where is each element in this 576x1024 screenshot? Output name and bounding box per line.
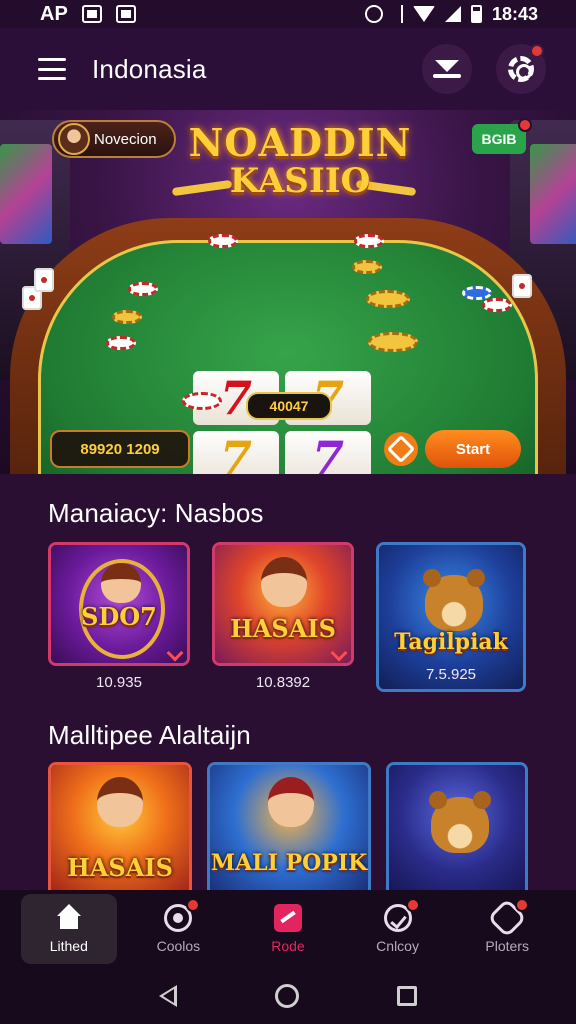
chip-icon — [128, 282, 158, 296]
nav-label: Coolos — [156, 938, 201, 954]
battery-icon — [470, 5, 482, 23]
chip-icon — [182, 392, 222, 410]
ticket-icon — [273, 904, 302, 932]
game-card[interactable]: MALI POPIK — [207, 762, 371, 890]
game-card[interactable]: HASAIS — [212, 542, 354, 666]
logo-line-1: NOADDIN — [188, 120, 412, 165]
game-card-title: HASAIS — [67, 853, 173, 882]
carrier-label: AP — [40, 2, 68, 25]
avatar — [58, 123, 90, 155]
nav-label: Cnlcoy — [376, 938, 419, 954]
game-card[interactable]: SDO7 — [48, 542, 190, 666]
recent-apps-icon[interactable] — [397, 986, 417, 1006]
nav-item-coins[interactable]: Coolos — [130, 894, 226, 964]
slot-reels: 7 7 7 7 7 — [193, 371, 371, 474]
hero-banner[interactable]: 7 7 7 7 7 NOADDIN KASIIO Novecion BGIB 4… — [0, 110, 576, 474]
back-icon[interactable] — [159, 985, 177, 1007]
nav-label: Ploters — [485, 938, 529, 954]
game-card-title: HASAIS — [230, 614, 336, 643]
promo-badge[interactable]: BGIB — [472, 118, 532, 154]
home-circle-icon[interactable] — [275, 984, 299, 1008]
nav-label: Lithed — [49, 938, 88, 954]
logo-line-2: KASIIO — [229, 161, 371, 201]
character-art — [101, 563, 141, 603]
bear-character-art — [423, 569, 485, 631]
gear-icon — [508, 56, 534, 82]
bluetooth-icon — [393, 5, 403, 23]
bottom-navigation: Lithed Coolos Rode Cnlcoy Ploters — [0, 890, 576, 968]
notification-dot — [186, 898, 201, 912]
game-card[interactable]: Tagilpiak 7.5.925 — [376, 542, 526, 692]
section-title-popular: Manaiacy: Nasbos — [48, 498, 264, 528]
notification-dot — [518, 118, 532, 132]
section-title-multiplayer: Malltipee Alaltaijn — [48, 720, 251, 750]
game-logo: NOADDIN KASIIO — [170, 120, 430, 201]
chip-icon — [208, 234, 238, 248]
game-card-value: 7.5.925 — [425, 666, 477, 683]
settings-button[interactable] — [496, 44, 546, 94]
chip-icon — [368, 332, 418, 352]
jackpot-display: 40047 — [246, 392, 332, 420]
reel-seven-icon: 7 — [285, 431, 371, 474]
nav-item-rewards[interactable]: Rode — [240, 894, 336, 964]
nav-item-home[interactable]: Lithed — [20, 894, 117, 964]
character-art — [261, 557, 307, 607]
chip-icon — [482, 298, 512, 312]
start-button-label: Start — [455, 440, 491, 458]
home-icon — [55, 904, 83, 932]
wifi-icon — [412, 6, 435, 22]
spin-icon[interactable] — [384, 432, 418, 466]
game-card-title: Tagilpiak — [394, 629, 508, 655]
image-icon — [81, 5, 102, 23]
nav-label: Rode — [271, 938, 305, 954]
game-card-title: SDO7 — [81, 602, 157, 631]
reel-seven-icon: 7 — [193, 431, 279, 474]
system-navigation-bar — [0, 968, 576, 1024]
promo-badge-label: BGIB — [481, 131, 517, 147]
chip-icon — [112, 310, 142, 324]
dice-icon — [34, 268, 54, 292]
game-card-value: 10.935 — [96, 674, 142, 691]
app-bar: Indonasia — [0, 28, 576, 110]
notification-dot — [515, 898, 530, 912]
nav-item-tasks[interactable]: Cnlcoy — [350, 894, 446, 964]
notification-dot — [530, 44, 544, 58]
clock-label: 18:43 — [491, 3, 538, 24]
user-profile-pill[interactable]: Novecion — [52, 120, 176, 158]
user-name: Novecion — [94, 130, 157, 148]
balance-value: 89920 1209 — [80, 440, 160, 458]
game-card-title: MALI POPIK — [210, 850, 368, 876]
chip-icon — [106, 336, 136, 350]
chip-icon — [352, 260, 382, 274]
notification-dot — [405, 898, 420, 912]
alarm-icon — [364, 5, 383, 23]
menu-icon[interactable] — [38, 58, 66, 80]
signal-icon — [444, 6, 461, 22]
game-card[interactable]: HASAIS — [48, 762, 192, 890]
game-card[interactable] — [386, 762, 528, 890]
character-art — [97, 777, 143, 827]
balance-display[interactable]: 89920 1209 — [50, 430, 190, 468]
chip-icon — [366, 290, 410, 308]
status-bar: AP 18:43 — [0, 0, 576, 28]
chip-icon — [462, 286, 492, 300]
crown-icon — [433, 60, 461, 78]
character-art — [268, 777, 314, 827]
jackpot-value: 40047 — [269, 398, 309, 414]
page-title: Indonasia — [92, 53, 207, 84]
start-button[interactable]: Start — [425, 430, 521, 468]
game-card-value: 10.8392 — [255, 674, 311, 691]
crown-button[interactable] — [422, 44, 472, 94]
bear-character-art — [429, 791, 491, 853]
gallery-icon — [115, 5, 136, 23]
nav-item-players[interactable]: Ploters — [459, 894, 555, 964]
dice-icon — [512, 274, 532, 298]
chip-icon — [354, 234, 384, 248]
